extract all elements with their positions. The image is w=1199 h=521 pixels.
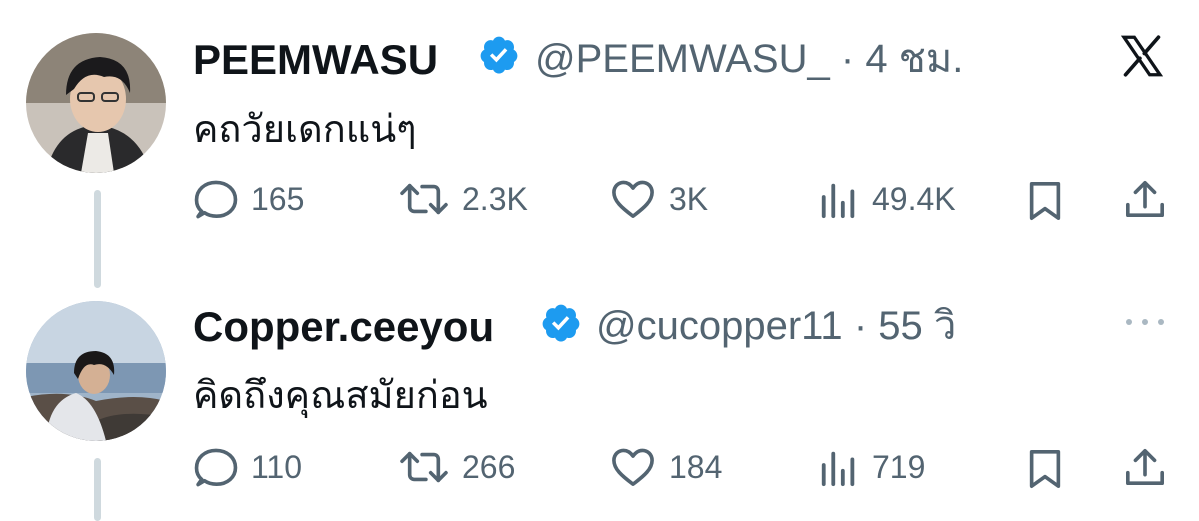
timestamp[interactable]: 4 ชม. <box>865 37 963 81</box>
meta-separator: · <box>853 304 868 348</box>
like-button[interactable]: 3K <box>609 178 708 220</box>
like-icon <box>612 448 654 486</box>
more-icon[interactable] <box>1123 316 1167 328</box>
verified-badge-icon <box>480 36 518 74</box>
repost-count: 266 <box>462 448 516 485</box>
views-icon <box>821 183 855 219</box>
handle[interactable]: @cucopper11 <box>596 304 843 348</box>
repost-count: 2.3K <box>462 180 528 217</box>
reply-icon <box>194 448 238 487</box>
reply-button[interactable]: 110 <box>193 446 302 488</box>
like-button[interactable]: 184 <box>609 446 722 488</box>
avatar[interactable] <box>26 301 166 441</box>
meta-separator: · <box>840 37 855 81</box>
handle[interactable]: @PEEMWASU_ <box>535 37 830 81</box>
reply-icon <box>194 180 238 219</box>
views-icon <box>821 451 855 487</box>
views-count: 719 <box>872 448 926 485</box>
bookmark-icon[interactable] <box>1025 448 1065 490</box>
verified-badge-icon <box>542 304 580 342</box>
avatar[interactable] <box>26 33 166 173</box>
views-count: 49.4K <box>872 180 956 217</box>
views-button[interactable]: 49.4K <box>818 178 956 220</box>
display-name[interactable]: PEEMWASU <box>193 39 438 81</box>
reply-count: 165 <box>251 180 305 217</box>
repost-icon <box>400 183 448 215</box>
display-name[interactable]: Copper.ceeyou <box>193 306 494 348</box>
share-icon[interactable] <box>1122 446 1168 488</box>
timestamp[interactable]: 55 วิ <box>878 304 956 348</box>
like-icon <box>612 180 654 218</box>
repost-button[interactable]: 2.3K <box>398 178 528 220</box>
thread-line-2 <box>94 458 101 521</box>
thread-line-1 <box>94 190 101 288</box>
tweet-text: คถวัยเดกแน่ๆ <box>193 107 417 151</box>
like-count: 3K <box>669 180 709 217</box>
repost-button[interactable]: 266 <box>398 446 515 488</box>
reply-button[interactable]: 165 <box>193 178 304 220</box>
x-logo-icon[interactable] <box>1118 33 1166 79</box>
tweet-meta: @cucopper11 · 55 วิ <box>596 306 956 346</box>
views-button[interactable]: 719 <box>818 446 925 488</box>
like-count: 184 <box>669 448 723 485</box>
repost-icon <box>400 451 448 483</box>
tweet-text: คิดถึงคุณสมัยก่อน <box>193 373 488 417</box>
reply-count: 110 <box>251 448 303 485</box>
bookmark-icon[interactable] <box>1025 180 1065 222</box>
share-icon[interactable] <box>1122 178 1168 220</box>
tweet-meta: @PEEMWASU_ · 4 ชม. <box>535 39 963 79</box>
